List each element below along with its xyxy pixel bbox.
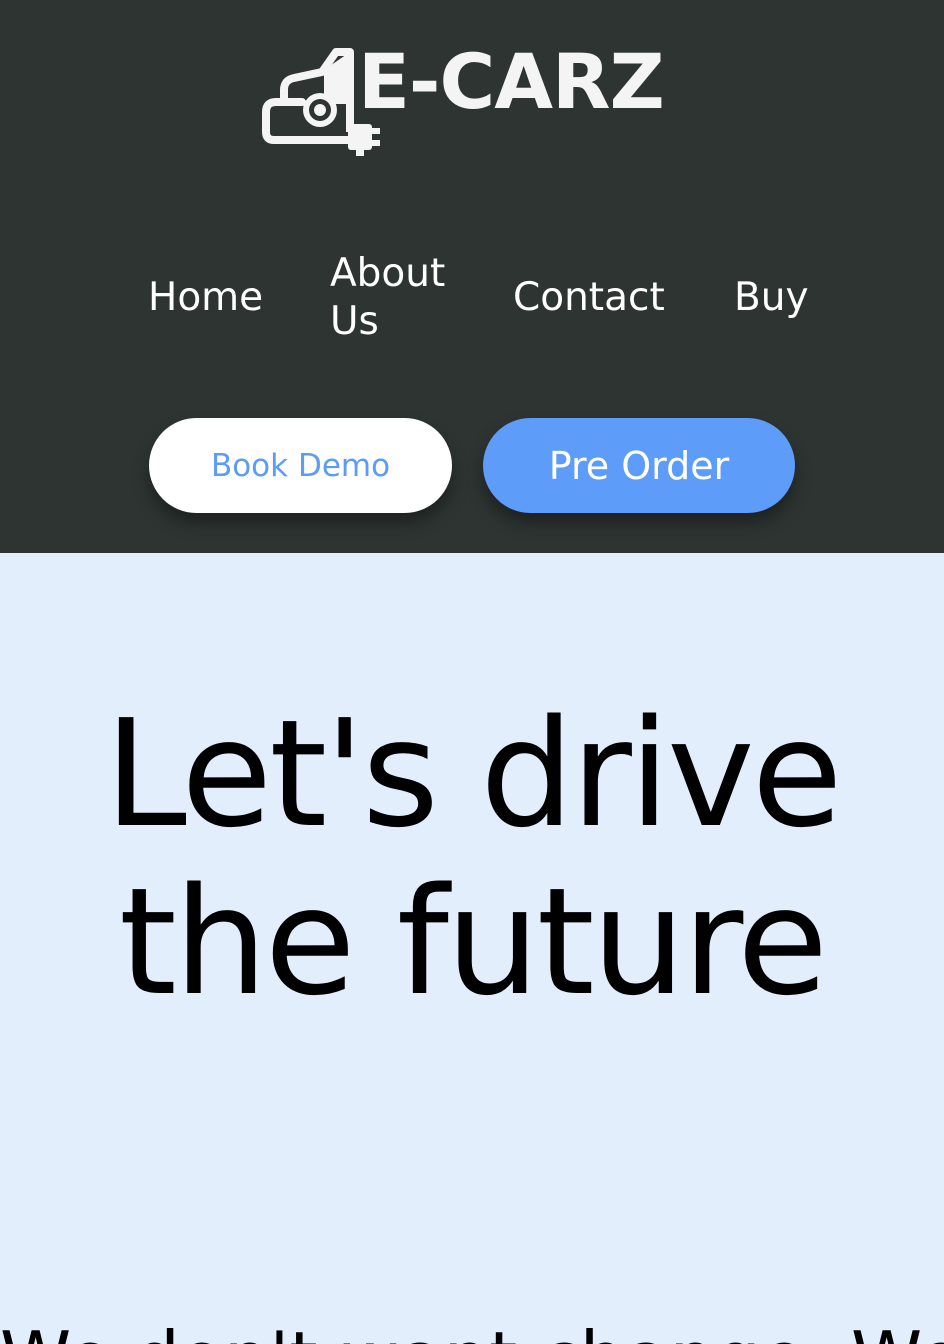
book-demo-button[interactable]: Book Demo bbox=[149, 418, 452, 513]
nav-contact-link[interactable]: Contact bbox=[513, 274, 665, 322]
page: E-CARZ Home About Us Contact Buy Book De… bbox=[0, 0, 944, 1344]
nav-about-us-link[interactable]: About Us bbox=[330, 250, 470, 346]
nav-buy-link[interactable]: Buy bbox=[734, 274, 809, 322]
pre-order-button[interactable]: Pre Order bbox=[483, 418, 795, 513]
nav-home-link[interactable]: Home bbox=[148, 274, 263, 322]
hero-title: Let's drive the future bbox=[104, 688, 842, 1028]
brand-logo[interactable]: E-CARZ bbox=[262, 40, 672, 158]
hero-subtitle: We don't want change. We don't want t bbox=[0, 1318, 944, 1344]
site-header: E-CARZ Home About Us Contact Buy Book De… bbox=[0, 0, 944, 553]
brand-name: E-CARZ bbox=[358, 37, 665, 126]
